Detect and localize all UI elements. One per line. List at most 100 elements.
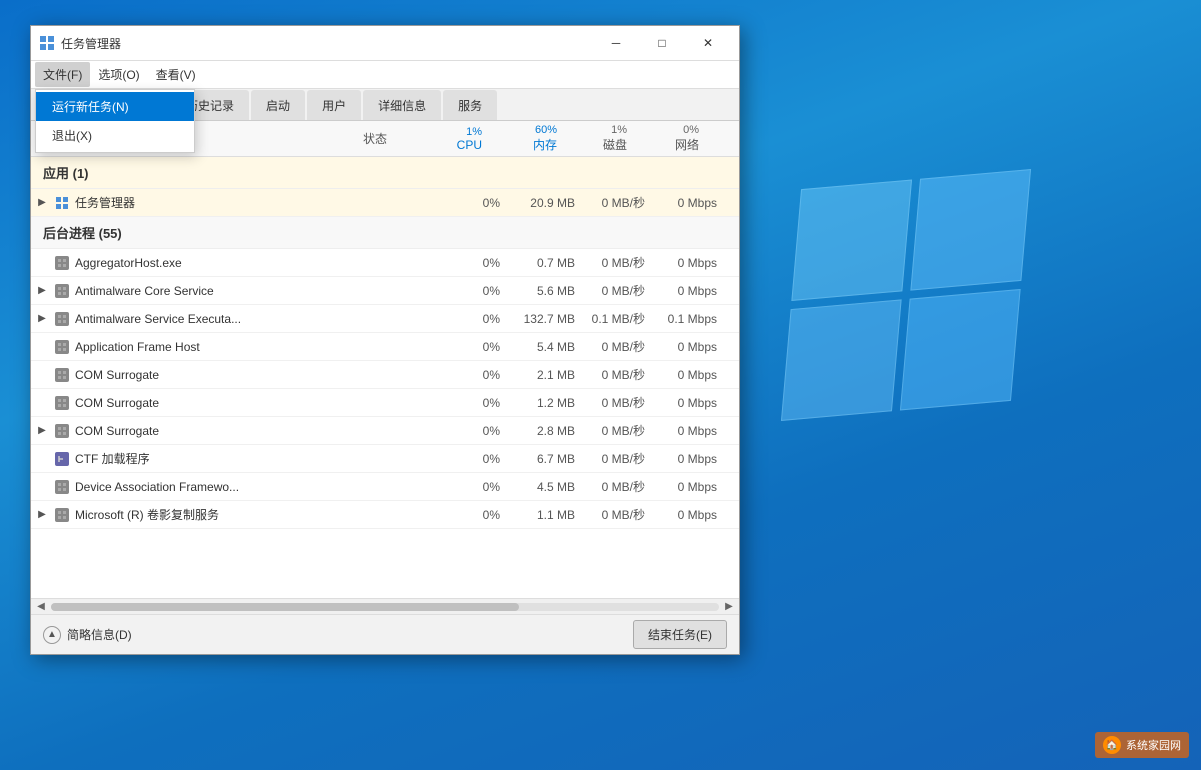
close-button[interactable]: ✕	[685, 29, 731, 58]
menu-run-new-task[interactable]: 运行新任务(N) ➤	[36, 92, 194, 121]
process-network: 0 Mbps	[653, 256, 721, 270]
menu-view[interactable]: 查看(V)	[148, 62, 204, 87]
process-cpu: 0%	[438, 508, 508, 522]
process-network: 0 Mbps	[653, 480, 721, 494]
windows-logo	[791, 180, 1021, 410]
process-network: 0 Mbps	[653, 396, 721, 410]
menu-file[interactable]: 文件(F)	[35, 62, 90, 87]
expand-icon[interactable]: ▶	[31, 313, 53, 324]
col-header-status[interactable]: 状态	[330, 130, 420, 147]
process-cpu: 0%	[438, 368, 508, 382]
process-icon	[53, 422, 71, 440]
process-disk: 0 MB/秒	[583, 478, 653, 495]
process-network: 0 Mbps	[653, 424, 721, 438]
process-disk: 0 MB/秒	[583, 282, 653, 299]
process-cpu: 0%	[438, 424, 508, 438]
watermark-text: 系统家园网	[1126, 737, 1181, 753]
table-row[interactable]: ▶ Microsoft (R) 卷影复制服务 0% 1.1 MB 0 MB/秒 …	[31, 501, 739, 529]
process-memory: 5.4 MB	[508, 340, 583, 354]
watermark: 🏠 系统家园网	[1095, 732, 1189, 758]
process-icon	[53, 366, 71, 384]
process-name: 任务管理器	[75, 194, 348, 211]
process-name: Antimalware Service Executa...	[75, 312, 348, 326]
table-row[interactable]: ▶ Antimalware Core Service 0% 5.6 MB 0 M…	[31, 277, 739, 305]
process-icon	[53, 282, 71, 300]
process-network: 0 Mbps	[653, 196, 721, 210]
process-cpu: 0%	[438, 196, 508, 210]
window-controls: ─ □ ✕	[593, 29, 731, 58]
table-row[interactable]: AggregatorHost.exe 0% 0.7 MB 0 MB/秒 0 Mb…	[31, 249, 739, 277]
process-memory: 0.7 MB	[508, 256, 583, 270]
taskmanager-window: 任务管理器 ─ □ ✕ 文件(F) 选项(O) 查看(V) 运行新任务(N) ➤…	[30, 25, 740, 655]
maximize-button[interactable]: □	[639, 29, 685, 58]
tab-startup[interactable]: 启动	[251, 90, 305, 120]
window-title: 任务管理器	[61, 35, 593, 52]
process-memory: 6.7 MB	[508, 452, 583, 466]
process-memory: 132.7 MB	[508, 312, 583, 326]
process-memory: 1.1 MB	[508, 508, 583, 522]
process-memory: 5.6 MB	[508, 284, 583, 298]
scroll-left-button[interactable]: ◀	[33, 601, 49, 612]
process-name: COM Surrogate	[75, 424, 348, 438]
expand-icon[interactable]: ▶	[31, 285, 53, 296]
table-row[interactable]: COM Surrogate 0% 2.1 MB 0 MB/秒 0 Mbps	[31, 361, 739, 389]
process-icon	[53, 338, 71, 356]
bottom-bar: ▲ 简略信息(D) 结束任务(E)	[31, 614, 739, 654]
menu-bar: 文件(F) 选项(O) 查看(V) 运行新任务(N) ➤ 退出(X)	[31, 61, 739, 89]
table-row[interactable]: ▶ COM Surrogate 0% 2.8 MB 0 MB/秒 0 Mbps	[31, 417, 739, 445]
process-name: Microsoft (R) 卷影复制服务	[75, 506, 348, 523]
end-task-button[interactable]: 结束任务(E)	[633, 620, 727, 649]
section-header-apps: 应用 (1)	[31, 157, 739, 189]
horizontal-scrollbar[interactable]: ◀ ▶	[31, 598, 739, 614]
scroll-right-button[interactable]: ▶	[721, 601, 737, 612]
process-icon	[53, 194, 71, 212]
process-disk: 0 MB/秒	[583, 506, 653, 523]
process-disk: 0 MB/秒	[583, 422, 653, 439]
process-icon	[53, 478, 71, 496]
table-row[interactable]: ▶ 任务管理器 0% 20.9 MB 0 MB/秒 0 Mbps	[31, 189, 739, 217]
process-name: COM Surrogate	[75, 396, 348, 410]
section-header-background: 后台进程 (55)	[31, 217, 739, 249]
process-cpu: 0%	[438, 452, 508, 466]
process-memory: 2.8 MB	[508, 424, 583, 438]
process-network: 0.1 Mbps	[653, 312, 721, 326]
process-disk: 0 MB/秒	[583, 338, 653, 355]
process-icon	[53, 450, 71, 468]
process-network: 0 Mbps	[653, 452, 721, 466]
expand-icon[interactable]: ▶	[31, 425, 53, 436]
process-network: 0 Mbps	[653, 508, 721, 522]
process-network: 0 Mbps	[653, 340, 721, 354]
summary-toggle[interactable]: ▲ 简略信息(D)	[43, 626, 132, 644]
col-header-disk[interactable]: 1% 磁盘	[565, 124, 635, 153]
process-memory: 20.9 MB	[508, 196, 583, 210]
col-header-cpu[interactable]: 1% CPU	[420, 126, 490, 152]
process-cpu: 0%	[438, 396, 508, 410]
process-name: Device Association Framewo...	[75, 480, 348, 494]
table-row[interactable]: ▶ Antimalware Service Executa... 0% 132.…	[31, 305, 739, 333]
table-row[interactable]: CTF 加载程序 0% 6.7 MB 0 MB/秒 0 Mbps	[31, 445, 739, 473]
table-row[interactable]: COM Surrogate 0% 1.2 MB 0 MB/秒 0 Mbps	[31, 389, 739, 417]
process-list[interactable]: 应用 (1) ▶ 任务管理器 0% 20.9 MB 0 MB/秒 0 Mbps	[31, 157, 739, 598]
col-header-network[interactable]: 0% 网络	[635, 124, 703, 153]
menu-exit[interactable]: 退出(X)	[36, 121, 194, 150]
tab-details[interactable]: 详细信息	[363, 90, 441, 120]
process-cpu: 0%	[438, 480, 508, 494]
process-network: 0 Mbps	[653, 284, 721, 298]
col-header-memory[interactable]: 60% 内存	[490, 124, 565, 153]
expand-icon[interactable]: ▶	[31, 197, 53, 208]
process-icon	[53, 254, 71, 272]
process-cpu: 0%	[438, 284, 508, 298]
process-name: CTF 加载程序	[75, 450, 348, 467]
summary-toggle-icon[interactable]: ▲	[43, 626, 61, 644]
scroll-thumb[interactable]	[51, 603, 519, 611]
tab-users[interactable]: 用户	[307, 90, 361, 120]
table-row[interactable]: Device Association Framewo... 0% 4.5 MB …	[31, 473, 739, 501]
process-name: Application Frame Host	[75, 340, 348, 354]
menu-options[interactable]: 选项(O)	[90, 62, 147, 87]
tab-services[interactable]: 服务	[443, 90, 497, 120]
section-title-background: 后台进程 (55)	[43, 223, 122, 242]
expand-icon[interactable]: ▶	[31, 509, 53, 520]
table-row[interactable]: Application Frame Host 0% 5.4 MB 0 MB/秒 …	[31, 333, 739, 361]
minimize-button[interactable]: ─	[593, 29, 639, 58]
scroll-track[interactable]	[51, 603, 719, 611]
